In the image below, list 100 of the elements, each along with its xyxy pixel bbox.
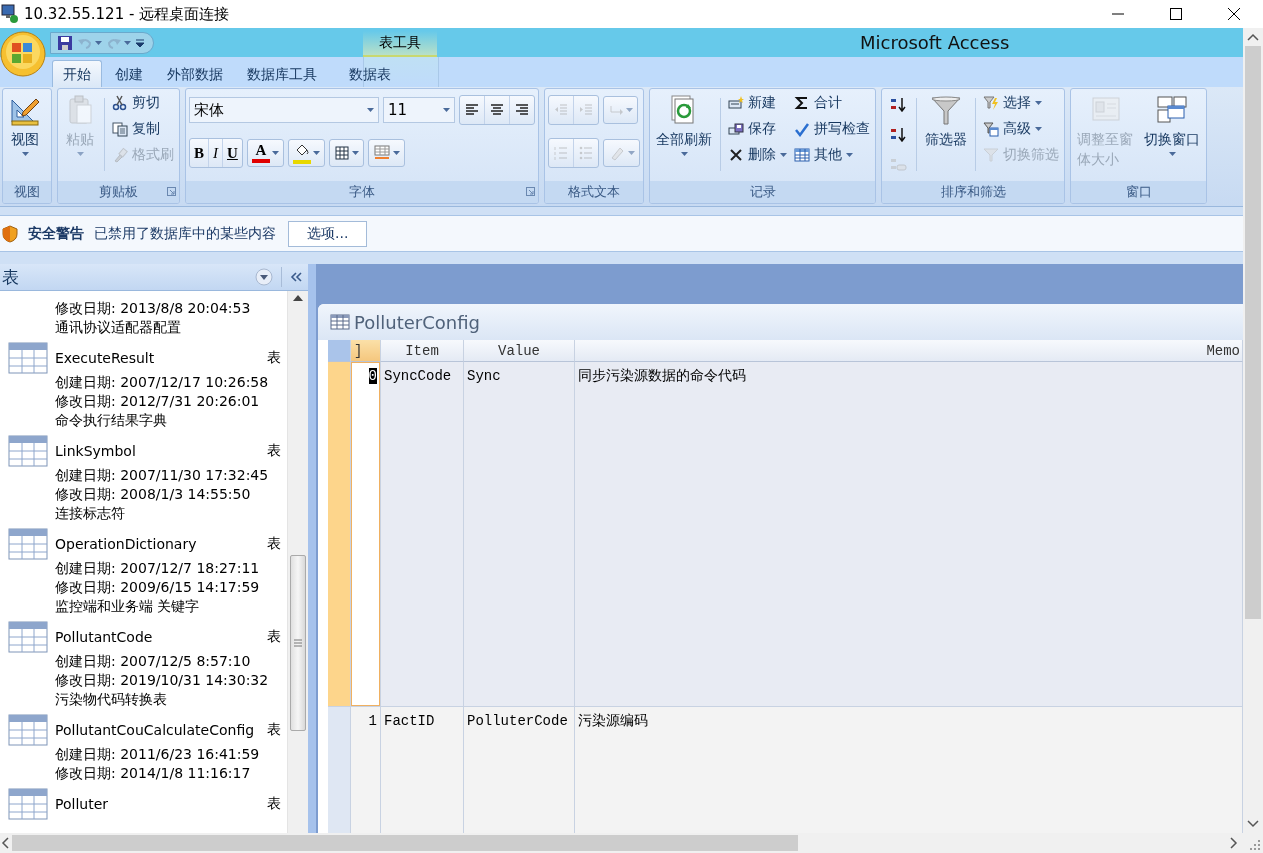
document-title: PolluterConfig [354, 311, 480, 333]
dropdown-caret-icon [76, 152, 84, 156]
app-title: Microsoft Access [860, 31, 1010, 55]
table-name[interactable]: Polluter [55, 796, 260, 812]
group-label: 剪贴板 [99, 183, 138, 201]
toolbar-button[interactable] [287, 139, 325, 167]
align-right-icon [514, 102, 530, 118]
numbered-list-icon [553, 145, 569, 161]
table-cell: FactID [381, 707, 464, 833]
group-label: 字体 [349, 183, 375, 201]
funnel-icon [930, 94, 962, 126]
toolbar-button[interactable] [328, 139, 364, 167]
close-icon [1227, 7, 1241, 21]
toolbar-button[interactable]: U [222, 139, 242, 167]
table-cell: SyncCode [381, 362, 464, 707]
dropdown-caret-icon [271, 151, 279, 155]
dropdown-caret-icon [1035, 127, 1042, 131]
table-cell: 1 [351, 707, 381, 833]
table-cell: 同步污染源数据的命令代码 [575, 362, 1243, 707]
customize-toolbar-icon[interactable] [135, 37, 145, 48]
options-button[interactable]: 选项... [288, 220, 368, 247]
table-name[interactable]: OperationDictionary [55, 536, 260, 552]
save-icon [57, 34, 73, 51]
outdent-icon [553, 102, 569, 118]
dropdown-caret-icon [626, 108, 633, 112]
ribbon-button[interactable]: 拼写检查 [792, 118, 872, 140]
align-left-icon [464, 102, 480, 118]
table-icon [8, 435, 48, 467]
dialog-launcher-icon[interactable] [167, 187, 176, 196]
table-icon [794, 147, 810, 163]
ribbon-button[interactable]: 切换窗口 [1141, 92, 1203, 158]
ribbon-button[interactable]: 剪切 [110, 92, 176, 114]
font-combo-field[interactable]: 宋体 [189, 97, 379, 123]
font-combo-field[interactable]: 11 [383, 97, 455, 123]
save-icon [728, 121, 744, 137]
scissors-icon [112, 95, 128, 111]
ribbon-button[interactable]: 其他 [792, 144, 872, 166]
column-header[interactable]: Value [464, 340, 575, 362]
dialog-launcher-icon[interactable] [526, 187, 535, 196]
toolbar-button[interactable]: B [190, 139, 208, 167]
ribbon-button[interactable]: 高级 [981, 118, 1061, 140]
table-description: 污染物代码转换表 [54, 690, 168, 709]
ribbon-button[interactable]: 视图 [6, 92, 44, 158]
column-header[interactable]: ] [351, 340, 381, 362]
modified-date: 修改日期: 2008/1/3 14:55:50 [54, 485, 252, 504]
object-type: 表 [267, 721, 281, 739]
filter-icon [983, 147, 999, 163]
modified-date: 修改日期: 2013/8/8 20:04:53 [54, 299, 252, 318]
delete-icon [728, 147, 744, 163]
toolbar-button[interactable]: I [208, 139, 222, 167]
table-cell: 污染源编码 [575, 707, 1243, 833]
ribbon-button[interactable]: 筛选器 [922, 92, 970, 151]
dropdown-caret-icon [680, 152, 688, 156]
ribbon-button[interactable]: 复制 [110, 118, 176, 140]
ribbon-button[interactable]: 删除 [726, 144, 789, 166]
ribbon-button[interactable]: 新建 [726, 92, 789, 114]
created-date: 创建日期: 2007/12/17 10:26:58 [54, 373, 270, 392]
brush-icon [112, 147, 128, 163]
table-cell: 0 [351, 362, 381, 707]
table-name[interactable]: PollutantCode [55, 629, 260, 645]
grip-icon [294, 639, 302, 647]
ribbon-tab[interactable]: 数据表 [338, 60, 402, 87]
column-header[interactable]: Item [381, 340, 464, 362]
remote-desktop-icon [0, 4, 20, 24]
quick-access-button[interactable] [57, 34, 73, 51]
ribbon-button[interactable]: 全部刷新 [653, 92, 715, 158]
window-title: 10.32.55.121 - 远程桌面连接 [24, 4, 230, 24]
scrollbar-thumb[interactable] [290, 555, 306, 731]
table-name[interactable]: ExecuteResult [55, 350, 260, 366]
dropdown-caret-icon [367, 108, 374, 112]
object-type: 表 [267, 442, 281, 460]
borders-icon [333, 145, 350, 161]
table-icon [8, 788, 48, 820]
group-label: 记录 [749, 183, 776, 201]
clear-sort-icon [889, 156, 907, 174]
table-icon [8, 714, 48, 746]
column-header[interactable]: Memo [575, 340, 1243, 362]
selection-filter-icon [983, 95, 999, 111]
toolbar-button[interactable]: A [246, 139, 284, 167]
scrollbar-thumb[interactable] [12, 835, 798, 851]
pane-title: 表 [2, 265, 20, 289]
ribbon-button[interactable]: 合计 [792, 92, 872, 114]
sum-icon [794, 95, 810, 111]
table-name[interactable]: PollutantCouCalculateConfig [55, 722, 260, 738]
ribbon-button[interactable]: 选择 [981, 92, 1061, 114]
ribbon-tab[interactable]: 开始 [52, 60, 102, 87]
ribbon-tab[interactable]: 创建 [104, 60, 154, 87]
contextual-tab-label: 表工具 [363, 31, 437, 57]
dropdown-caret-icon [351, 151, 359, 155]
dropdown-caret-icon [1168, 152, 1176, 156]
dropdown-caret-icon [780, 153, 787, 157]
ribbon-tab[interactable]: 外部数据 [156, 60, 234, 87]
ribbon-tab[interactable]: 数据库工具 [236, 60, 328, 87]
ribbon-button[interactable]: 保存 [726, 118, 789, 140]
object-type: 表 [267, 628, 281, 646]
created-date: 创建日期: 2011/6/23 16:41:59 [54, 745, 261, 764]
scrollbar-thumb[interactable] [1245, 46, 1261, 619]
table-name[interactable]: LinkSymbol [55, 443, 260, 459]
table-cell: PolluterCode [464, 707, 575, 833]
dropdown-caret-icon [846, 153, 853, 157]
